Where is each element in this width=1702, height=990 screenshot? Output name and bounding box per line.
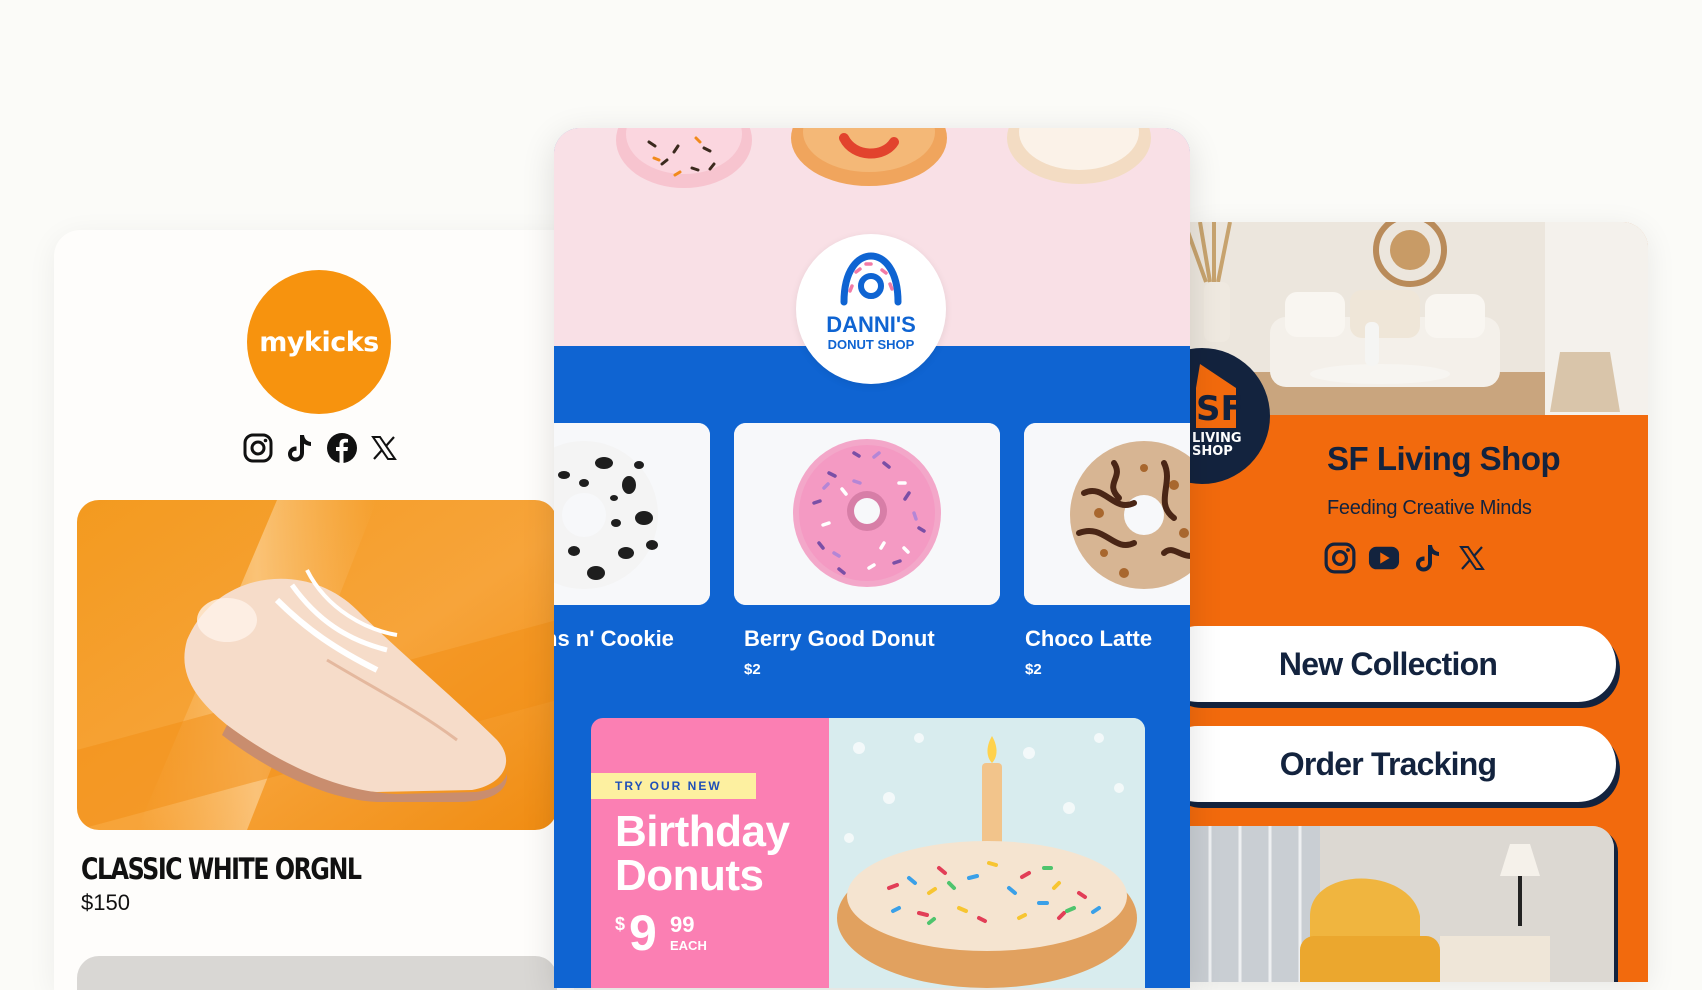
shop-title: SF Living Shop [1327, 440, 1561, 477]
product-name-choco-latte[interactable]: Choco Latte [1025, 626, 1152, 652]
product-tile-choco-latte[interactable] [1024, 423, 1190, 605]
promo-price-cents: 99 [670, 912, 695, 937]
armchair-room-image[interactable] [1190, 826, 1614, 982]
sf-social-links [1324, 542, 1488, 574]
donut-logo-name: DANNI'S [826, 312, 916, 337]
x-icon[interactable] [368, 432, 400, 464]
promo-price-unit: EACH [670, 938, 707, 953]
shop-tagline: Feeding Creative Minds [1327, 497, 1532, 519]
youtube-icon[interactable] [1368, 542, 1400, 574]
tiktok-icon[interactable] [284, 432, 316, 464]
promo-tag: TRY OUR NEW [591, 773, 756, 799]
birthday-donut-image [829, 718, 1145, 988]
promo-title-line2: Donuts [615, 851, 764, 900]
mykicks-logo: mykicks [247, 270, 391, 414]
product-name-berry-good[interactable]: Berry Good Donut [744, 626, 935, 652]
new-collection-button[interactable]: New Collection [1190, 626, 1616, 702]
promo-price-main: 9 [629, 905, 657, 961]
sf-living-shop-profile-card: SF LIVING SHOP SF Living Shop Feeding Cr… [1190, 222, 1648, 982]
tiktok-icon[interactable] [1412, 542, 1444, 574]
mykicks-social-links [242, 432, 400, 464]
product-tile-berry-good-donut[interactable] [734, 423, 1000, 605]
product-image-sneaker[interactable] [77, 500, 557, 830]
order-tracking-button[interactable]: Order Tracking [1190, 726, 1616, 802]
donut-shop-logo: DANNI'S DONUT SHOP [796, 234, 946, 384]
sf-badge-letters: SF [1196, 389, 1244, 429]
promo-title: Birthday Donuts [615, 807, 790, 900]
next-product-card[interactable] [77, 956, 557, 990]
mykicks-logo-text: mykicks [259, 326, 379, 358]
birthday-donuts-promo-banner[interactable]: TRY OUR NEW Birthday Donuts $ 9 99 EACH [591, 718, 1145, 988]
product-tile-cookies-n-cookie[interactable] [554, 423, 710, 605]
promo-title-line1: Birthday [615, 807, 790, 856]
product-price-choco-latte: $2 [1025, 661, 1042, 678]
donut-shop-profile-card: DANNI'S DONUT SHOP ns n' Cookie Berry Go… [554, 128, 1190, 988]
product-price-berry-good: $2 [744, 661, 761, 678]
mykicks-profile-card: mykicks CLASSIC WHITE ORGNL $150 [54, 230, 574, 990]
facebook-icon[interactable] [326, 432, 358, 464]
promo-currency: $ [615, 914, 626, 934]
instagram-icon[interactable] [1324, 542, 1356, 574]
sf-living-shop-logo: SF LIVING SHOP [1190, 348, 1270, 484]
sf-badge-line3: SHOP [1192, 444, 1233, 459]
product-name-cookies[interactable]: ns n' Cookie [554, 626, 674, 652]
product-price: $150 [81, 890, 130, 915]
product-name[interactable]: CLASSIC WHITE ORGNL [81, 852, 362, 886]
instagram-icon[interactable] [242, 432, 274, 464]
x-icon[interactable] [1456, 542, 1488, 574]
donut-logo-subtitle: DONUT SHOP [827, 337, 915, 352]
promo-text-panel: TRY OUR NEW Birthday Donuts $ 9 99 EACH [591, 718, 829, 988]
